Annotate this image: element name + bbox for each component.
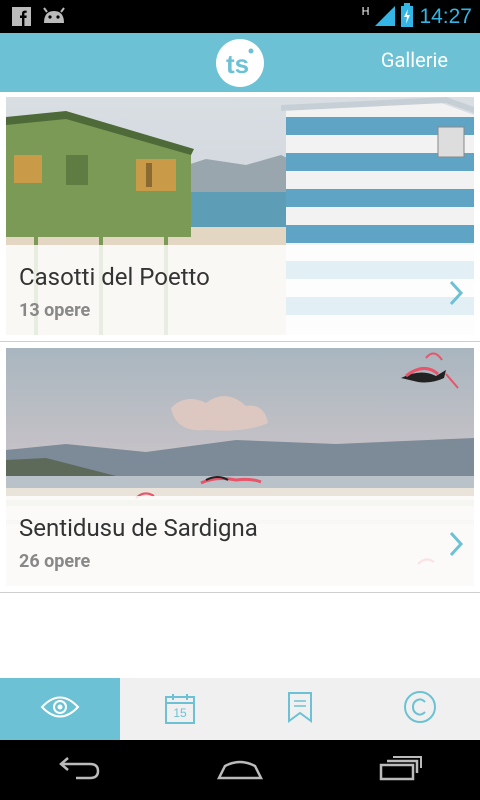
gallery-title: Casotti del Poetto [19,263,210,291]
bottom-tab-bar: 15 [0,678,480,740]
gallery-card-overlay: Sentidusu de Sardigna 26 opere [6,496,474,586]
calendar-day-label: 15 [173,706,187,720]
chevron-right-icon [448,530,464,562]
tab-calendar[interactable]: 15 [120,678,240,740]
facebook-icon [12,7,31,30]
tab-view[interactable] [0,678,120,740]
status-bar: H 14:27 [0,0,480,33]
gallery-count: 26 opere [19,551,91,572]
network-type-label: H [361,4,370,18]
action-bar: ts Gallerie [0,33,480,92]
status-time: 14:27 [419,5,472,28]
battery-icon [401,3,414,31]
svg-text:ts: ts [226,49,249,79]
gallery-card-casotti[interactable]: Casotti del Poetto 13 opere [6,97,474,335]
gallery-card-overlay: Casotti del Poetto 13 opere [6,245,474,335]
android-icon [41,7,67,30]
tab-copyright[interactable] [360,678,480,740]
home-icon[interactable] [215,756,265,784]
tab-bookmarks[interactable] [240,678,360,740]
gallery-title: Sentidusu de Sardigna [19,514,258,542]
gallerie-button[interactable]: Gallerie [381,48,448,72]
back-icon[interactable] [56,755,102,785]
eye-icon [40,694,80,724]
system-nav-bar [0,740,480,800]
gallery-card-sentidusu[interactable]: Sentidusu de Sardigna 26 opere [6,348,474,586]
signal-icon [375,4,396,30]
divider [0,341,480,342]
gallery-count: 13 opere [19,300,91,321]
chevron-right-icon [448,279,464,311]
ts-logo-icon[interactable]: ts [216,39,264,87]
divider [0,592,480,593]
bookmark-icon [287,691,313,727]
copyright-icon [403,690,437,728]
calendar-icon: 15 [164,693,196,725]
recent-apps-icon[interactable] [378,755,424,785]
